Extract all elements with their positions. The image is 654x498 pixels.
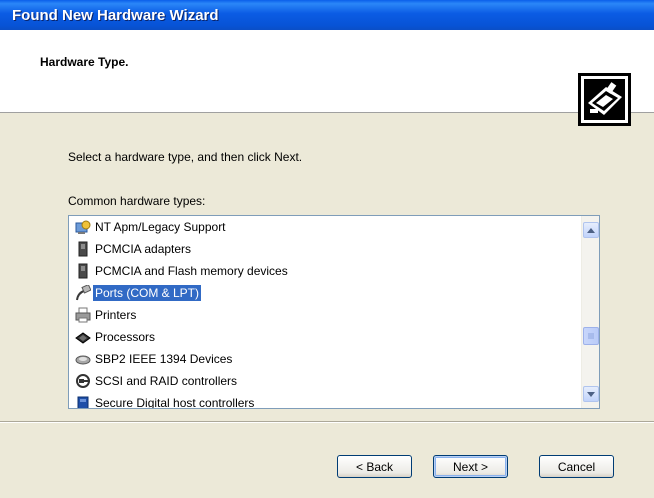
back-button[interactable]: < Back	[337, 455, 412, 478]
list-item-label: Processors	[95, 330, 156, 344]
window-title: Found New Hardware Wizard	[12, 6, 219, 24]
list-item[interactable]: NT Apm/Legacy Support	[69, 216, 581, 238]
list-item[interactable]: Processors	[69, 326, 581, 348]
list-item-label: Ports (COM & LPT)	[93, 285, 202, 301]
list-item-label: NT Apm/Legacy Support	[95, 220, 226, 234]
arrow-down-icon	[587, 391, 595, 397]
list-item[interactable]: PCMCIA and Flash memory devices	[69, 260, 581, 282]
scsi-icon	[76, 374, 90, 388]
wizard-content: Select a hardware type, and then click N…	[0, 113, 654, 421]
list-item[interactable]: SBP2 IEEE 1394 Devices	[69, 348, 581, 370]
list-item-selected[interactable]: Ports (COM & LPT)	[69, 282, 581, 304]
list-label: Common hardware types:	[68, 194, 206, 208]
power-management-icon	[75, 220, 91, 234]
wizard-header: Hardware Type.	[0, 30, 654, 126]
list-item-label: PCMCIA adapters	[95, 242, 192, 256]
next-button[interactable]: Next >	[433, 455, 508, 478]
processor-icon	[75, 332, 91, 344]
list-item-label: Secure Digital host controllers	[95, 396, 255, 408]
list-item-label: SBP2 IEEE 1394 Devices	[95, 352, 233, 366]
list-items: NT Apm/Legacy Support PCMCIA adapters PC…	[69, 216, 581, 408]
scroll-up-button[interactable]	[583, 222, 599, 238]
firewire-icon	[75, 355, 91, 365]
list-item-label: PCMCIA and Flash memory devices	[95, 264, 288, 278]
sd-controller-icon	[77, 396, 89, 408]
pcmcia-card-icon	[78, 263, 88, 279]
hardware-type-listbox[interactable]: NT Apm/Legacy Support PCMCIA adapters PC…	[68, 215, 600, 409]
scroll-thumb[interactable]	[583, 327, 599, 345]
scroll-down-button[interactable]	[583, 386, 599, 402]
vertical-scrollbar[interactable]	[581, 216, 599, 408]
title-bar[interactable]: Found New Hardware Wizard	[0, 0, 654, 30]
page-title: Hardware Type.	[40, 55, 129, 69]
list-item[interactable]: PCMCIA adapters	[69, 238, 581, 260]
grip-icon	[588, 333, 594, 339]
pcmcia-card-icon	[78, 241, 88, 257]
list-item[interactable]: Secure Digital host controllers	[69, 392, 581, 408]
cancel-button[interactable]: Cancel	[539, 455, 614, 478]
footer-divider	[0, 421, 654, 423]
list-item-label: SCSI and RAID controllers	[95, 374, 238, 388]
list-item[interactable]: Printers	[69, 304, 581, 326]
arrow-up-icon	[587, 227, 595, 233]
list-item-label: Printers	[95, 308, 137, 322]
printer-icon	[75, 307, 91, 323]
instruction-text: Select a hardware type, and then click N…	[68, 150, 303, 164]
list-item[interactable]: SCSI and RAID controllers	[69, 370, 581, 392]
port-connector-icon	[76, 285, 91, 301]
